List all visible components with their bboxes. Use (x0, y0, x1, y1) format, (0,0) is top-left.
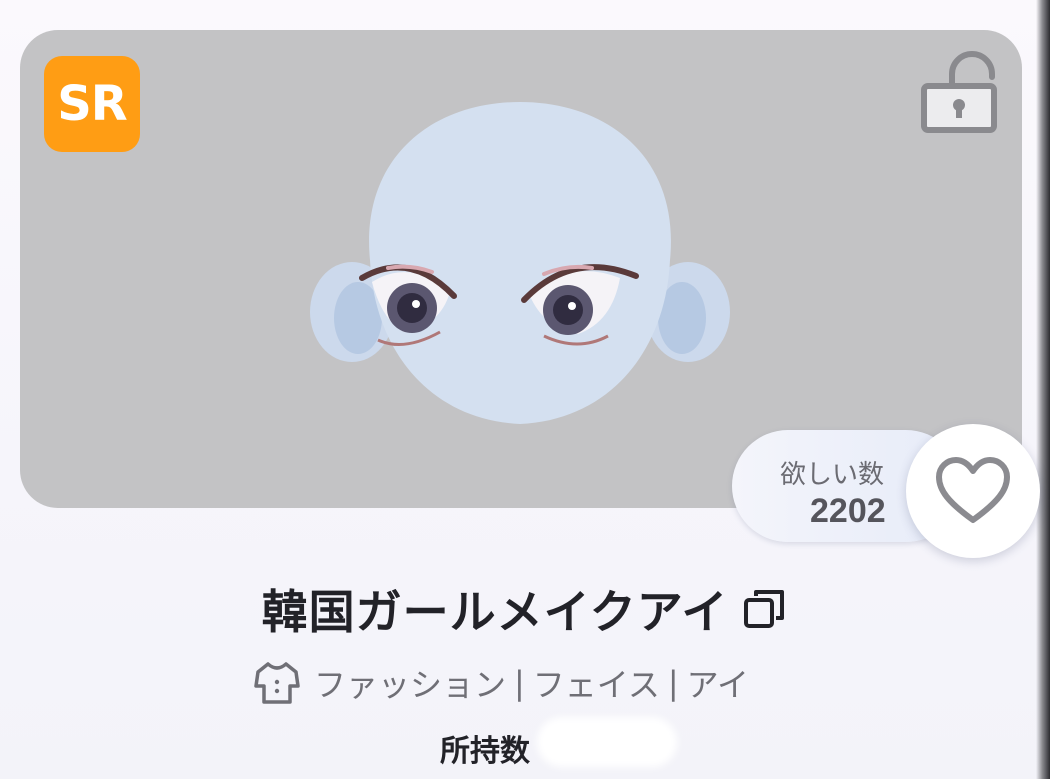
category-fashion[interactable]: ファッション (314, 660, 506, 706)
wishlist-count: 2202 (810, 492, 886, 530)
face-preview-image (310, 102, 730, 424)
item-title-row: 韓国ガールメイクアイ (0, 576, 1050, 642)
redacted-owned-count (537, 717, 677, 767)
unlocked-padlock-icon[interactable] (918, 50, 1000, 134)
category-face[interactable]: フェイス (533, 660, 660, 706)
favorite-button[interactable] (906, 424, 1040, 558)
rarity-badge-label: SR (57, 76, 128, 132)
device-frame-edge (1036, 0, 1050, 779)
item-title: 韓国ガールメイクアイ (261, 585, 729, 639)
owned-count-label: 所持数 (440, 734, 530, 769)
category-separator: | (667, 664, 679, 702)
category-separator: | (514, 664, 525, 702)
category-path: ファッション | フェイス | アイ (252, 660, 749, 706)
rarity-badge: SR (44, 56, 140, 152)
copy-icon[interactable] (742, 586, 788, 632)
wishlist-label: 欲しい数 (780, 460, 885, 490)
category-eye[interactable]: アイ (687, 660, 749, 706)
heart-outline-icon (936, 457, 1010, 523)
shirt-icon (254, 662, 300, 704)
